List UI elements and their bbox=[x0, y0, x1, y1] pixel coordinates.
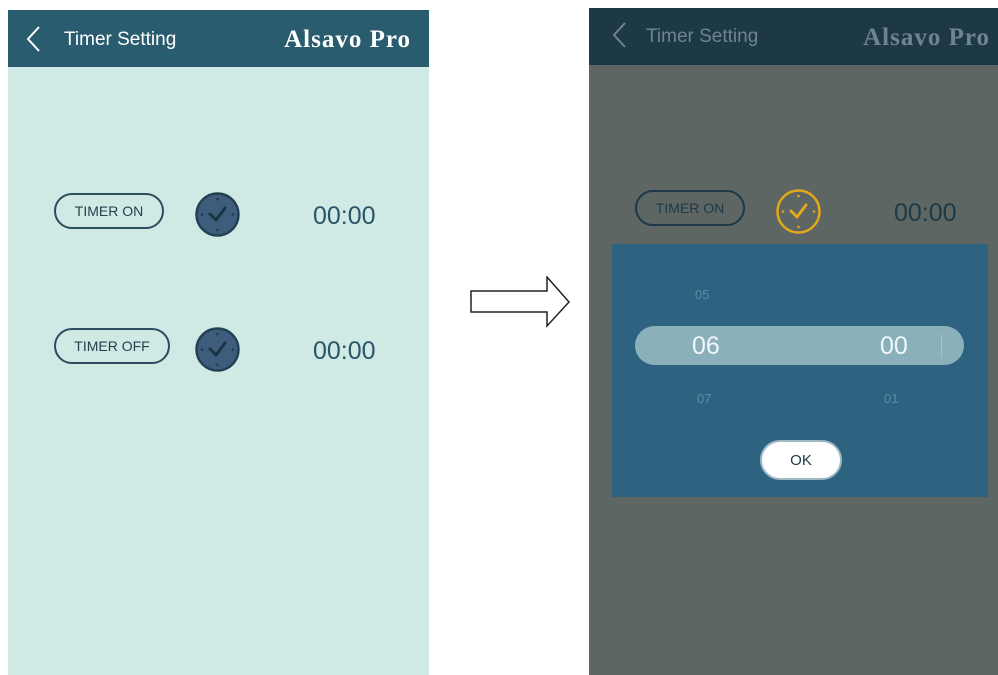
timer-off-time[interactable]: 00:00 bbox=[313, 337, 376, 366]
back-button[interactable] bbox=[608, 20, 632, 50]
minute-option-next[interactable]: 01 bbox=[884, 391, 898, 406]
timer-off-button[interactable]: TIMER OFF bbox=[54, 328, 170, 364]
page-title: Timer Setting bbox=[646, 26, 759, 47]
hour-option-next[interactable]: 07 bbox=[697, 391, 711, 406]
timer-on-time[interactable]: 00:00 bbox=[894, 199, 957, 228]
chevron-left-icon bbox=[26, 26, 40, 52]
timer-on-clock-icon-active[interactable] bbox=[775, 188, 822, 235]
timer-setting-screen-dialog: Timer Setting Alsavo Pro TIMER ON 00:00 … bbox=[589, 8, 998, 675]
timer-on-clock-icon[interactable] bbox=[194, 191, 241, 238]
chevron-left-icon bbox=[612, 22, 626, 48]
timer-on-button[interactable]: TIMER ON bbox=[635, 190, 745, 226]
minute-selected[interactable]: 00 bbox=[880, 332, 908, 361]
app-header: Timer Setting Alsavo Pro bbox=[589, 8, 998, 65]
timer-on-button[interactable]: TIMER ON bbox=[54, 193, 164, 229]
picker-selection-bar bbox=[635, 326, 964, 365]
right-arrow-icon bbox=[470, 276, 570, 328]
app-header: Timer Setting Alsavo Pro bbox=[8, 10, 429, 67]
timer-off-clock-icon[interactable] bbox=[194, 326, 241, 373]
brand-logo: Alsavo Pro bbox=[863, 24, 990, 51]
hour-selected[interactable]: 06 bbox=[692, 332, 720, 361]
ok-button[interactable]: OK bbox=[760, 440, 842, 480]
page-title: Timer Setting bbox=[64, 29, 177, 50]
timer-on-time[interactable]: 00:00 bbox=[313, 202, 376, 231]
brand-logo: Alsavo Pro bbox=[284, 26, 411, 53]
hour-option-prev[interactable]: 05 bbox=[695, 287, 709, 302]
timer-setting-screen: Timer Setting Alsavo Pro TIMER ON 00:00 … bbox=[8, 10, 429, 675]
back-button[interactable] bbox=[22, 24, 46, 54]
time-picker-dialog: 05 06 00 07 01 OK bbox=[612, 244, 988, 497]
picker-divider bbox=[941, 334, 942, 358]
